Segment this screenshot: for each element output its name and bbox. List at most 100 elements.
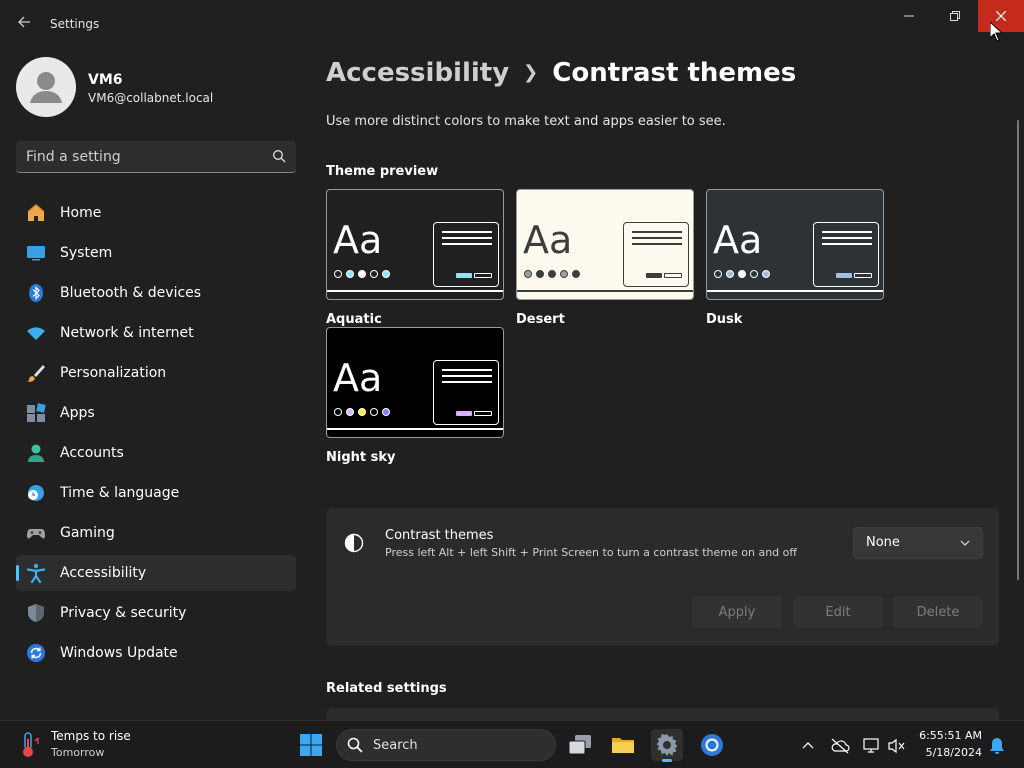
apply-button[interactable]: Apply — [692, 596, 782, 628]
sidebar-item-label: Accounts — [60, 445, 124, 461]
sidebar-item-accounts[interactable]: Accounts — [16, 435, 296, 471]
onedrive-button[interactable] — [829, 735, 851, 757]
sidebar-nav: Home System Bluetooth & devices Network … — [16, 195, 296, 675]
sidebar-item-privacy-security[interactable]: Privacy & security — [16, 595, 296, 631]
clock-time[interactable]: 6:55:51 AM — [904, 729, 982, 742]
color-swatch — [358, 270, 366, 278]
file-explorer-button[interactable] — [607, 729, 639, 761]
sidebar-item-label: Privacy & security — [60, 605, 187, 621]
theme-thumbnail[interactable]: Aa — [706, 189, 884, 300]
theme-name: Aquatic — [326, 312, 382, 327]
preview-primary-button — [456, 273, 472, 278]
browser-button[interactable] — [696, 729, 728, 761]
accessibility-icon — [26, 563, 46, 583]
preview-primary-button — [456, 411, 472, 416]
theme-window-preview — [623, 222, 689, 287]
folder-icon — [612, 738, 634, 753]
preview-line — [442, 231, 492, 233]
theme-name: Dusk — [706, 312, 743, 327]
scrollbar[interactable] — [1017, 120, 1019, 580]
windows-logo-icon — [300, 734, 322, 756]
thermometer-icon[interactable] — [18, 731, 40, 759]
contrast-themes-title: Contrast themes — [385, 528, 494, 543]
color-swatch — [382, 408, 390, 416]
sidebar-item-gaming[interactable]: Gaming — [16, 515, 296, 551]
color-swatch — [370, 270, 378, 278]
delete-button[interactable]: Delete — [893, 596, 983, 628]
color-swatch — [524, 270, 532, 278]
breadcrumb-parent[interactable]: Accessibility — [326, 58, 509, 88]
color-swatch — [346, 270, 354, 278]
selected-theme-value: None — [866, 535, 900, 550]
sidebar-item-personalization[interactable]: Personalization — [16, 355, 296, 391]
sidebar-item-bluetooth[interactable]: Bluetooth & devices — [16, 275, 296, 311]
taskbar-search[interactable]: Search — [336, 729, 556, 761]
theme-window-preview — [433, 222, 499, 287]
search-icon[interactable] — [272, 149, 286, 163]
restore-button[interactable] — [932, 0, 978, 32]
theme-preview-heading: Theme preview — [326, 164, 439, 179]
show-hidden-icons-button[interactable] — [797, 735, 819, 757]
task-view-button[interactable] — [564, 729, 596, 761]
search-input[interactable] — [16, 141, 264, 172]
notifications-button[interactable] — [986, 735, 1008, 757]
sidebar-item-home[interactable]: Home — [16, 195, 296, 231]
sidebar-item-accessibility[interactable]: Accessibility — [16, 555, 296, 591]
globe-clock-icon — [26, 483, 46, 503]
preview-secondary-button — [854, 273, 872, 278]
theme-sample-text: Aa — [523, 218, 573, 262]
color-swatch — [572, 270, 580, 278]
avatar[interactable] — [16, 57, 76, 117]
preview-line — [442, 369, 492, 371]
preview-line — [632, 243, 682, 245]
theme-tile[interactable]: Aa Desert — [516, 189, 694, 327]
page-title: Contrast themes — [552, 58, 797, 88]
user-email: VM6@collabnet.local — [88, 91, 214, 105]
weather-title[interactable]: Temps to rise — [51, 729, 131, 743]
theme-window-preview — [433, 360, 499, 425]
clock-date[interactable]: 5/18/2024 — [904, 746, 982, 759]
update-icon — [26, 643, 46, 663]
network-button[interactable] — [861, 735, 883, 757]
home-icon — [26, 203, 46, 223]
theme-tile[interactable]: Aa Aquatic — [326, 189, 504, 327]
sidebar-item-system[interactable]: System — [16, 235, 296, 271]
chevron-down-icon — [960, 540, 970, 546]
preview-bar — [327, 290, 503, 292]
color-swatch — [714, 270, 722, 278]
start-button[interactable] — [295, 729, 327, 761]
theme-tile[interactable]: Aa Dusk — [706, 189, 884, 327]
sidebar-item-apps[interactable]: Apps — [16, 395, 296, 431]
theme-thumbnail[interactable]: Aa — [516, 189, 694, 300]
taskbar: Temps to rise Tomorrow Search 6:55:51 AM… — [0, 720, 1024, 768]
monitor-icon — [26, 243, 46, 263]
preview-secondary-button — [664, 273, 682, 278]
gear-icon — [656, 734, 678, 756]
theme-name: Night sky — [326, 450, 396, 465]
color-swatch — [358, 408, 366, 416]
color-swatch — [560, 270, 568, 278]
edit-button[interactable]: Edit — [793, 596, 883, 628]
theme-thumbnail[interactable]: Aa — [326, 327, 504, 438]
back-button[interactable] — [12, 12, 36, 36]
bell-icon — [990, 738, 1004, 754]
sidebar-item-time-language[interactable]: Time & language — [16, 475, 296, 511]
preview-line — [442, 243, 492, 245]
theme-sample-text: Aa — [333, 356, 383, 400]
settings-taskbar-button[interactable] — [651, 729, 683, 762]
color-swatch — [750, 270, 758, 278]
sidebar-item-network[interactable]: Network & internet — [16, 315, 296, 351]
task-view-icon — [568, 735, 591, 755]
color-swatch — [334, 270, 342, 278]
preview-line — [632, 237, 682, 239]
taskbar-search-label: Search — [373, 738, 418, 753]
sidebar-item-windows-update[interactable]: Windows Update — [16, 635, 296, 671]
arrow-left-icon — [18, 16, 30, 28]
color-swatch — [726, 270, 734, 278]
contrast-theme-select[interactable]: None — [853, 527, 983, 559]
theme-thumbnail[interactable]: Aa — [326, 189, 504, 300]
related-settings-card[interactable] — [326, 708, 999, 720]
restore-icon — [950, 11, 960, 21]
minimize-button[interactable] — [886, 0, 932, 32]
theme-tile[interactable]: Aa Night sky — [326, 327, 504, 465]
